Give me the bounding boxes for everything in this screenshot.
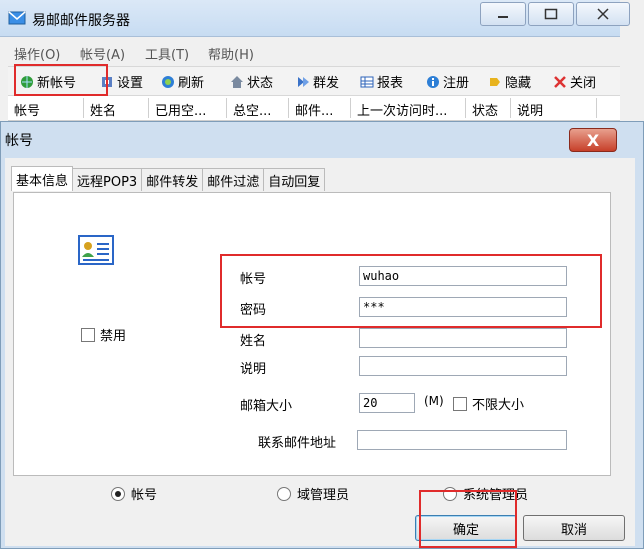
close-icon [597,8,609,20]
settings-label: 设置 [117,76,144,91]
tab-basic-info[interactable]: 基本信息 [11,166,74,191]
disable-label: 禁用 [100,329,127,344]
name-label: 姓名 [240,334,267,349]
role-system-admin-radio[interactable] [443,487,457,501]
menu-help[interactable]: 帮助(H) [208,44,254,63]
maximize-icon [544,8,558,20]
new-account-label: 新帐号 [37,76,77,91]
name-field[interactable] [359,328,567,348]
col-last-access[interactable]: 上一次访问时... [357,100,447,119]
role-system-admin-label: 系统管理员 [463,488,529,503]
close-app-label: 关闭 [570,76,597,91]
report-label: 报表 [377,76,404,91]
refresh-label: 刷新 [178,76,205,91]
mailbox-size-field[interactable] [359,393,415,413]
unlimited-checkbox[interactable] [453,397,467,411]
mailbox-size-label: 邮箱大小 [240,399,293,414]
menu-tools[interactable]: 工具(T) [145,44,189,63]
close-icon: X [586,130,600,150]
tab-mail-forward[interactable]: 邮件转发 [141,168,204,191]
role-domain-admin-radio[interactable] [277,487,291,501]
hide-icon [490,77,500,86]
description-label: 说明 [240,362,267,377]
main-close-button[interactable] [576,2,630,26]
close-app-button[interactable]: 关闭 [553,72,596,91]
menu-account[interactable]: 帐号(A) [80,44,125,63]
info-icon [427,75,439,88]
new-account-button[interactable]: 新帐号 [20,72,76,91]
col-description[interactable]: 说明 [517,100,543,119]
hide-button[interactable]: 隐藏 [488,72,531,91]
main-title: 易邮邮件服务器 [32,13,130,29]
tab-strip: 基本信息 远程POP3 邮件转发 邮件过滤 自动回复 [11,166,326,192]
contact-email-label: 联系邮件地址 [258,436,337,451]
tab-auto-reply[interactable]: 自动回复 [263,168,326,191]
settings-icon [102,76,112,87]
unlimited-label: 不限大小 [472,398,525,413]
globe-icon [21,75,33,88]
description-field[interactable] [359,356,567,376]
basic-info-panel: 禁用 帐号 密码 姓名 说明 邮箱大小 (M) 不限大小 联系邮件地址 [13,192,611,476]
password-field[interactable] [359,297,567,317]
role-account-label: 帐号 [131,488,158,503]
account-dialog: 帐号 X 基本信息 远程POP3 邮件转发 邮件过滤 自动回复 禁用 帐号 密码 [0,121,644,549]
menu-bar: 操作(O) 帐号(A) 工具(T) 帮助(H) [8,40,620,64]
col-used-space[interactable]: 已用空... [155,100,206,119]
role-account-radio[interactable] [111,487,125,501]
disable-checkbox[interactable] [81,328,95,342]
refresh-icon [162,75,174,88]
report-button[interactable]: 报表 [360,72,403,91]
account-card-icon [78,235,114,265]
account-field[interactable] [359,266,567,286]
broadcast-icon [298,76,309,87]
account-label: 帐号 [240,272,267,287]
minimize-icon [498,16,508,18]
register-label: 注册 [443,76,470,91]
toolbar: 新帐号 设置 刷新 状态 群发 报表 注册 隐藏 关闭 [8,66,620,96]
register-button[interactable]: 注册 [426,72,469,91]
col-account[interactable]: 帐号 [14,100,40,119]
main-title-bar: 易邮邮件服务器 [0,0,630,37]
minimize-button[interactable] [480,2,526,26]
mailbox-size-unit: (M) [424,394,444,408]
col-name[interactable]: 姓名 [90,100,116,119]
tab-mail-filter[interactable]: 邮件过滤 [202,168,265,191]
password-label: 密码 [240,303,267,318]
close-x-icon [554,75,566,88]
ok-label: 确定 [452,522,479,538]
col-total-space[interactable]: 总空... [233,100,271,119]
refresh-button[interactable]: 刷新 [161,72,204,91]
contact-email-field[interactable] [357,430,567,450]
broadcast-label: 群发 [313,76,340,91]
settings-button[interactable]: 设置 [100,72,143,91]
role-domain-admin-label: 域管理员 [297,488,350,503]
cancel-label: 取消 [560,522,587,538]
ok-button[interactable]: 确定 [415,515,517,541]
menu-operation[interactable]: 操作(O) [14,44,60,63]
col-status[interactable]: 状态 [472,100,498,119]
dialog-close-button[interactable]: X [569,128,617,152]
cancel-button[interactable]: 取消 [523,515,625,541]
status-button[interactable]: 状态 [230,72,273,91]
status-icon [231,75,243,88]
dialog-body: 基本信息 远程POP3 邮件转发 邮件过滤 自动回复 禁用 帐号 密码 姓名 说… [5,158,635,548]
status-label: 状态 [247,76,274,91]
col-mail-count[interactable]: 邮件... [295,100,333,119]
report-icon [360,76,374,87]
broadcast-button[interactable]: 群发 [296,72,339,91]
account-list-header: 帐号 姓名 已用空... 总空... 邮件... 上一次访问时... 状态 说明 [8,96,620,121]
dialog-title: 帐号 [5,133,33,149]
maximize-button[interactable] [528,2,574,26]
tab-remote-pop3[interactable]: 远程POP3 [72,168,143,191]
hide-label: 隐藏 [505,76,532,91]
app-icon [8,11,26,25]
